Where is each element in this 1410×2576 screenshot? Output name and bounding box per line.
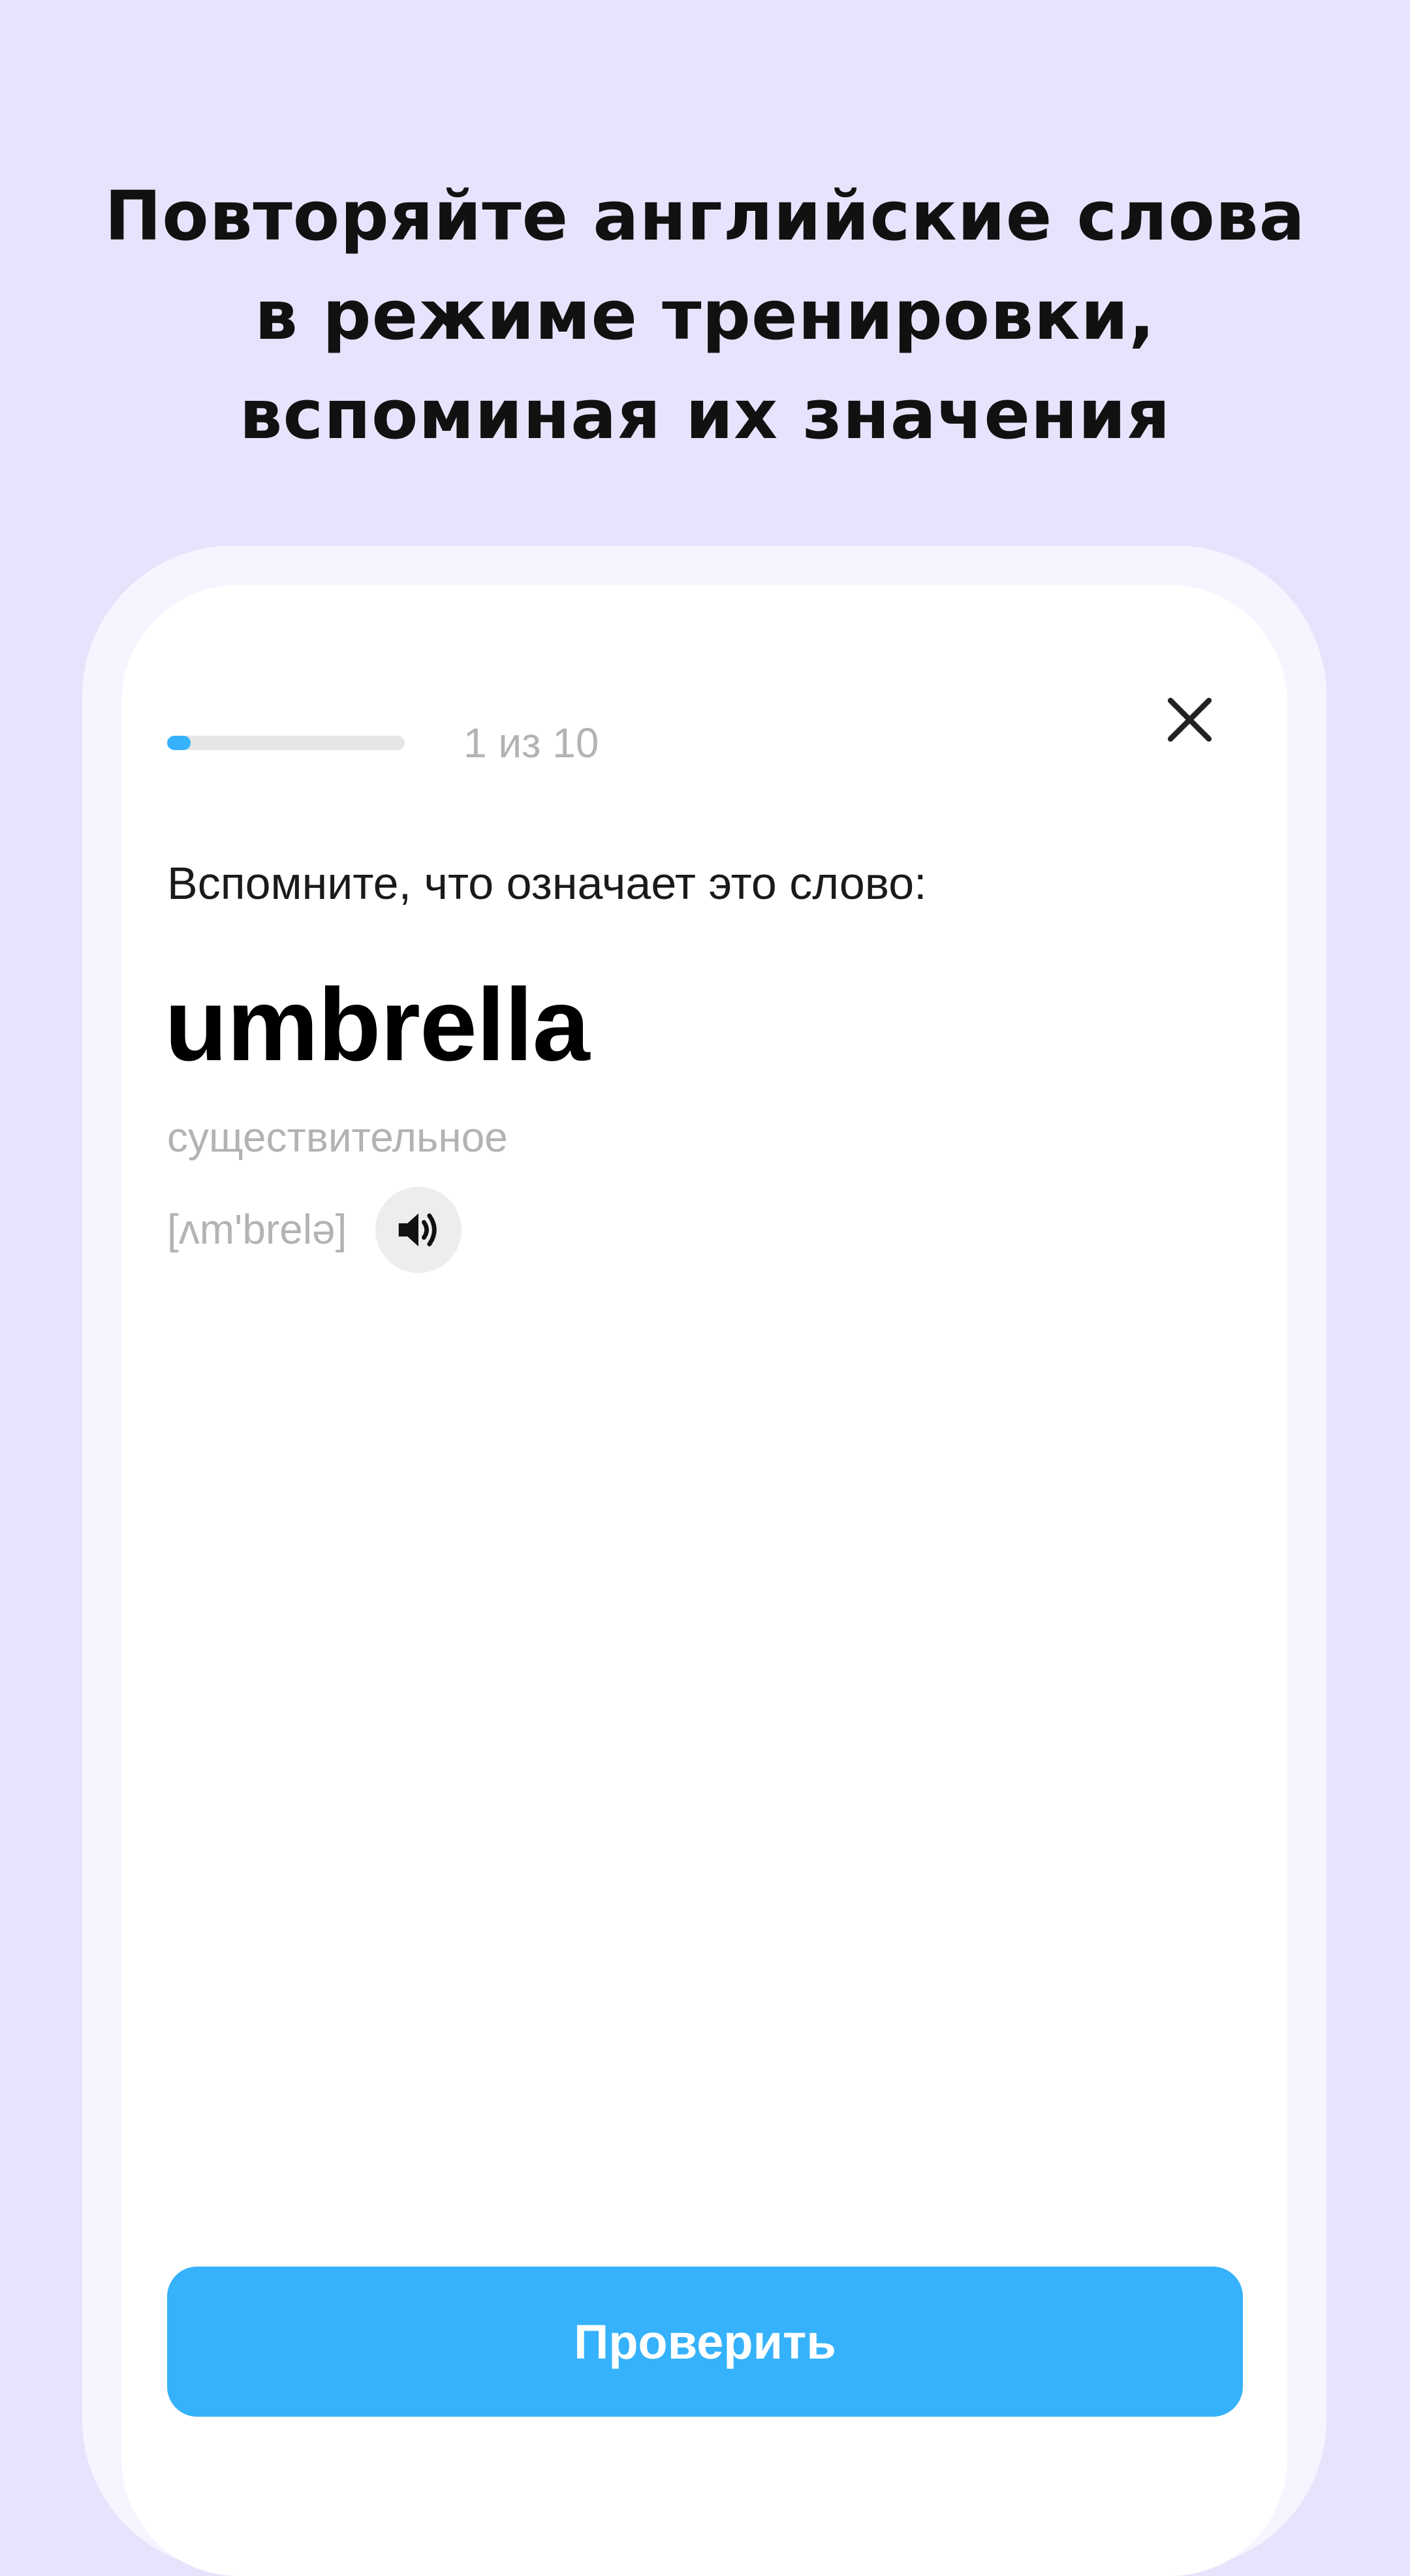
headline: Повторяйте английские слова в режиме тре… [0, 166, 1410, 464]
check-button-label: Проверить [574, 2314, 836, 2369]
check-button[interactable]: Проверить [167, 2267, 1243, 2417]
headline-line-3: вспоминая их значения [239, 375, 1171, 454]
transcription: [ʌm'brelə] [167, 1206, 347, 1253]
close-button[interactable] [1155, 685, 1224, 754]
part-of-speech: существительное [167, 1114, 508, 1161]
quiz-prompt: Вспомните, что означает это слово: [167, 858, 927, 909]
progress-bar [167, 736, 405, 750]
headline-line-1: Повторяйте английские слова [104, 176, 1306, 256]
quiz-word: umbrella [164, 967, 590, 1082]
play-sound-button[interactable] [375, 1187, 462, 1273]
progress-bar-fill [167, 736, 191, 750]
speaker-icon [398, 1213, 437, 1247]
progress-counter: 1 из 10 [463, 719, 599, 766]
close-icon [1167, 697, 1212, 742]
headline-line-2: в режиме тренировки, [255, 275, 1155, 355]
